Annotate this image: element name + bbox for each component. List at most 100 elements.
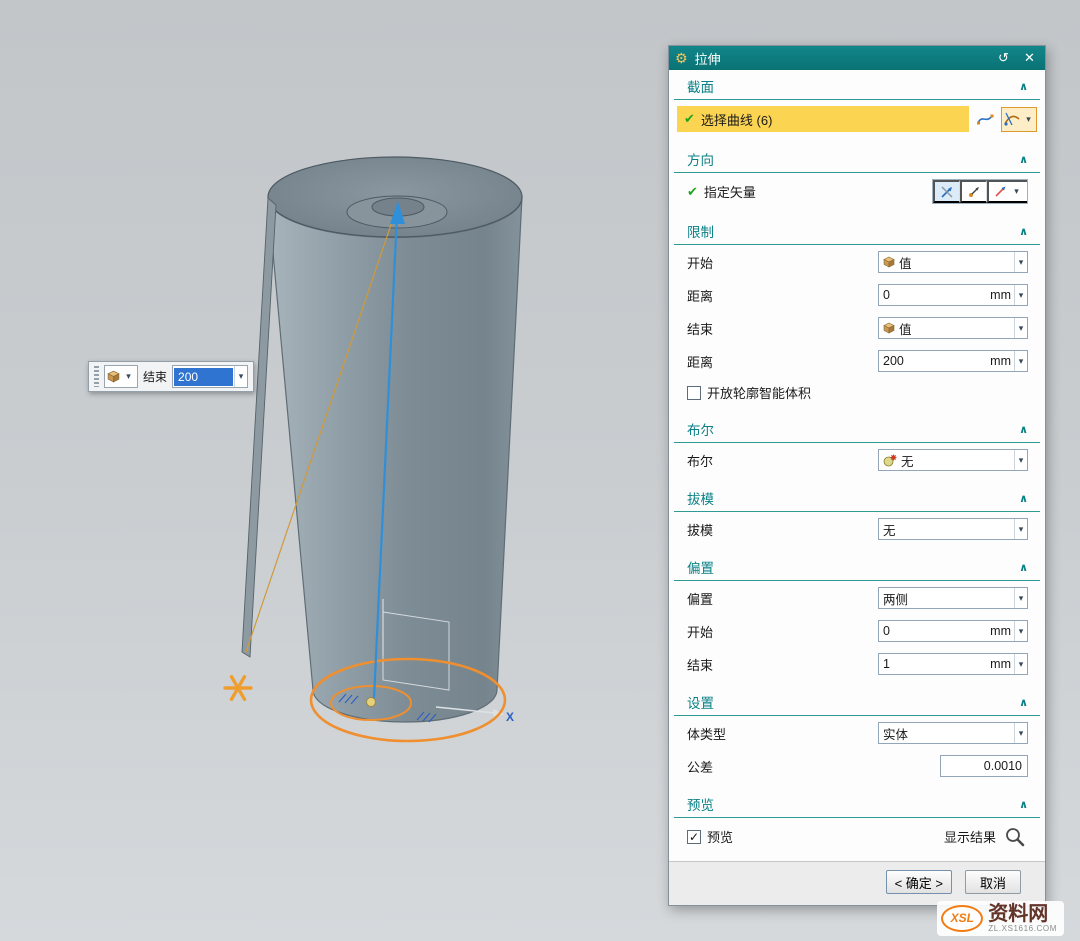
offset-start-label: 开始 xyxy=(687,622,713,641)
end-option-value: 值 xyxy=(899,319,1014,338)
collapse-chevron-icon[interactable]: ∧ xyxy=(1019,561,1028,574)
tolerance-value[interactable]: 0.0010 xyxy=(984,759,1022,773)
draft-row: 拔模 无 ▾ xyxy=(669,512,1045,545)
start-point-asterisk[interactable] xyxy=(225,677,251,700)
end-distance-label: 距离 xyxy=(687,352,713,371)
section-header-direction[interactable]: 方向 ∧ xyxy=(674,149,1040,173)
x-axis-label: X xyxy=(506,710,514,724)
chevron-down-icon[interactable]: ▾ xyxy=(1014,621,1027,641)
draft-dropdown[interactable]: 无 ▾ xyxy=(878,518,1028,540)
collapse-chevron-icon[interactable]: ∧ xyxy=(1019,225,1028,238)
end-distance-value[interactable]: 200 xyxy=(174,368,233,386)
section-header-limits[interactable]: 限制 ∧ xyxy=(674,221,1040,245)
check-icon: ✔ xyxy=(684,111,695,127)
cancel-button[interactable]: 取消 xyxy=(965,870,1021,894)
section-header-section[interactable]: 截面 ∧ xyxy=(674,76,1040,100)
dialog-footer: < 确定 > 取消 xyxy=(669,861,1045,905)
end-option-dropdown[interactable]: 值 ▾ xyxy=(878,317,1028,339)
open-profile-checkbox[interactable] xyxy=(687,386,701,400)
end-distance-field[interactable]: 200 mm ▾ xyxy=(878,350,1028,372)
toolbar-grip[interactable] xyxy=(94,366,99,387)
application-window: Z X xyxy=(0,0,1080,941)
preview-header-label: 预览 xyxy=(687,794,714,814)
show-result-button[interactable] xyxy=(1002,824,1028,849)
offset-start-value[interactable]: 0 xyxy=(883,624,990,638)
section-header-preview[interactable]: 预览 ∧ xyxy=(674,794,1040,818)
chevron-down-icon: ▾ xyxy=(1010,182,1023,201)
end-distance-unit: mm xyxy=(990,354,1011,368)
body-type-dropdown[interactable]: 实体 ▾ xyxy=(878,722,1028,744)
section-header-settings[interactable]: 设置 ∧ xyxy=(674,692,1040,716)
cube-icon xyxy=(883,256,895,268)
chevron-down-icon[interactable]: ▾ xyxy=(234,366,247,387)
sketch-section-button[interactable]: ▾ xyxy=(1001,107,1037,132)
direction-header-label: 方向 xyxy=(687,149,714,169)
origin-handle[interactable] xyxy=(367,698,376,707)
limits-header-label: 限制 xyxy=(687,221,714,241)
section-header-draft[interactable]: 拔模 ∧ xyxy=(674,488,1040,512)
offset-header-label: 偏置 xyxy=(687,557,714,577)
draft-value: 无 xyxy=(883,520,1014,539)
offset-start-input[interactable]: 0 mm ▾ xyxy=(878,620,1028,642)
cylinder-model[interactable] xyxy=(242,157,522,722)
cube-icon xyxy=(107,370,120,383)
end-option-mini-dropdown[interactable]: ▾ xyxy=(104,365,138,388)
end-distance-input[interactable]: 200 ▾ xyxy=(172,365,248,388)
chevron-down-icon[interactable]: ▾ xyxy=(1014,588,1027,608)
vector-dialog-button[interactable] xyxy=(933,180,960,203)
offset-start-unit: mm xyxy=(990,624,1011,638)
close-icon[interactable]: ✕ xyxy=(1020,49,1039,68)
chevron-down-icon[interactable]: ▾ xyxy=(1014,318,1027,338)
collapse-chevron-icon[interactable]: ∧ xyxy=(1019,80,1028,93)
preview-row: ✓ 预览 显示结果 xyxy=(669,818,1045,854)
tolerance-input[interactable]: 0.0010 xyxy=(940,755,1028,777)
collapse-chevron-icon[interactable]: ∧ xyxy=(1019,798,1028,811)
collapse-chevron-icon[interactable]: ∧ xyxy=(1019,492,1028,505)
offset-end-value[interactable]: 1 xyxy=(883,657,990,671)
chevron-down-icon[interactable]: ▾ xyxy=(1014,252,1027,272)
start-distance-value[interactable]: 0 xyxy=(883,288,990,302)
specify-vector-label: 指定矢量 xyxy=(704,182,756,201)
start-option-dropdown[interactable]: 值 ▾ xyxy=(878,251,1028,273)
offset-end-row: 结束 1 mm ▾ xyxy=(669,647,1045,680)
extrude-dialog: ⚙ 拉伸 ↺ ✕ 截面 ∧ ✔ 选择曲线 (6) xyxy=(668,45,1046,906)
chevron-down-icon[interactable]: ▾ xyxy=(1014,285,1027,305)
floating-end-distance-toolbar[interactable]: ▾ 结束 200 ▾ xyxy=(88,361,254,392)
collapse-chevron-icon[interactable]: ∧ xyxy=(1019,423,1028,436)
sketch-curve-icon xyxy=(1003,110,1021,128)
curve-rule-button[interactable] xyxy=(972,107,998,132)
vector-type-dropdown[interactable]: ▾ xyxy=(987,180,1027,203)
select-curve-field[interactable]: ✔ 选择曲线 (6) xyxy=(677,106,969,132)
start-distance-input[interactable]: 0 mm ▾ xyxy=(878,284,1028,306)
chevron-down-icon[interactable]: ▾ xyxy=(1014,723,1027,743)
section-header-boolean[interactable]: 布尔 ∧ xyxy=(674,419,1040,443)
body-type-row: 体类型 实体 ▾ xyxy=(669,716,1045,749)
ok-button[interactable]: < 确定 > xyxy=(886,870,952,894)
draft-label: 拔模 xyxy=(687,520,713,539)
chevron-down-icon[interactable]: ▾ xyxy=(1014,351,1027,371)
section-header-offset[interactable]: 偏置 ∧ xyxy=(674,557,1040,581)
watermark: XSL 资料网 ZL.XS1616.COM xyxy=(937,901,1064,936)
collapse-chevron-icon[interactable]: ∧ xyxy=(1019,696,1028,709)
chevron-down-icon[interactable]: ▾ xyxy=(1014,450,1027,470)
tolerance-label: 公差 xyxy=(687,757,713,776)
start-distance-unit: mm xyxy=(990,288,1011,302)
dialog-options-gear-icon[interactable]: ⚙ xyxy=(675,50,688,67)
end-option-row: 结束 值 ▾ xyxy=(669,311,1045,344)
reset-icon[interactable]: ↺ xyxy=(994,49,1013,68)
offset-end-input[interactable]: 1 mm ▾ xyxy=(878,653,1028,675)
inferred-vector-button[interactable] xyxy=(960,180,987,203)
cube-icon xyxy=(883,322,895,334)
end-distance-value[interactable]: 200 xyxy=(883,354,990,368)
body-type-label: 体类型 xyxy=(687,724,726,743)
chevron-down-icon[interactable]: ▾ xyxy=(1014,654,1027,674)
chevron-down-icon: ▾ xyxy=(1022,108,1035,131)
boolean-dropdown[interactable]: 无 ▾ xyxy=(878,449,1028,471)
chevron-down-icon[interactable]: ▾ xyxy=(1014,519,1027,539)
dialog-titlebar[interactable]: ⚙ 拉伸 ↺ ✕ xyxy=(669,46,1045,70)
offset-dropdown[interactable]: 两侧 ▾ xyxy=(878,587,1028,609)
show-result-label: 显示结果 xyxy=(944,827,996,846)
body-type-value: 实体 xyxy=(883,724,1014,743)
preview-checkbox[interactable]: ✓ xyxy=(687,830,701,844)
collapse-chevron-icon[interactable]: ∧ xyxy=(1019,153,1028,166)
